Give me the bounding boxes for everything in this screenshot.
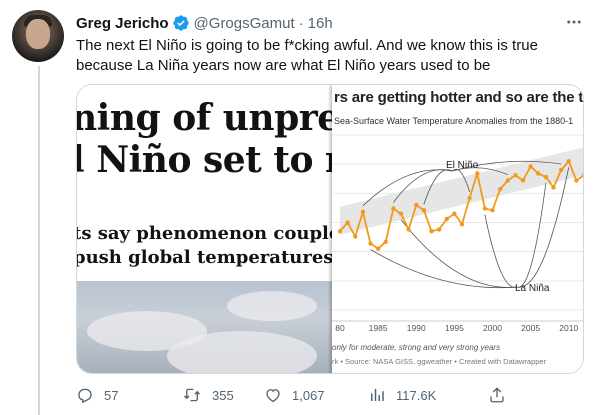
avatar[interactable] (12, 10, 64, 62)
chart-data-point (528, 164, 533, 169)
tweet-media[interactable]: ning of unprec l Niño set to re ts say p… (76, 84, 584, 374)
like-count: 1,067 (292, 387, 325, 403)
tweet-header: Greg Jericho @GrogsGamut · 16h (76, 12, 333, 34)
views-button[interactable]: 117.6K (368, 384, 436, 406)
retweet-count: 355 (212, 387, 234, 403)
chart-data-point (375, 246, 381, 251)
chart-data-point (345, 220, 350, 225)
chart-data-point (574, 178, 579, 183)
news-headline-line-1: ning of unprec (77, 97, 332, 139)
action-bar: 57 355 1,067 117.6K (76, 384, 584, 406)
cloud-shape (167, 331, 317, 373)
chart-data-point (551, 185, 556, 190)
author-handle[interactable]: @GrogsGamut (194, 15, 295, 32)
thread-line (38, 66, 40, 415)
chart-data-point (505, 178, 510, 183)
chart-x-tick-label: 1995 (445, 323, 464, 333)
chart-x-tick-label: 2005 (521, 323, 540, 333)
chart-svg: El Niño La Niña 80 1985 1990 1995 2000 2005 2010 (332, 134, 583, 333)
chart-data-point (497, 187, 503, 192)
el-nino-label: El Niño (446, 160, 479, 171)
chart-data-point (444, 216, 449, 222)
chart-data-point (475, 171, 480, 176)
more-dots-icon[interactable] (564, 12, 584, 32)
chart-data-point (536, 171, 541, 176)
chart-data-point (353, 234, 358, 239)
header-separator: · (298, 14, 304, 32)
chart-data-point (406, 227, 411, 232)
chart-x-tick-label: 1985 (369, 323, 388, 333)
chart-x-tick-label: 80 (335, 323, 345, 333)
chart-data-point (398, 211, 404, 216)
news-subhead-line-2: push global temperatures (77, 247, 332, 268)
newspaper-image[interactable]: ning of unprec l Niño set to re ts say p… (77, 85, 332, 373)
news-subhead-line-1: ts say phenomenon couple (77, 223, 332, 244)
chart-image[interactable]: rs are getting hotter and so are the tro… (332, 85, 583, 373)
chart-data-point (482, 206, 488, 211)
chart-data-point (360, 209, 366, 215)
chart-data-point (383, 239, 388, 244)
chart-data-point (558, 167, 564, 173)
tweet-time[interactable]: 16h (308, 15, 333, 32)
la-nina-arrow (400, 219, 518, 288)
verified-badge-icon (172, 14, 190, 32)
chart-data-point (391, 206, 396, 211)
chart-data-point (436, 227, 442, 232)
views-count: 117.6K (396, 387, 437, 403)
cloud-shape (227, 291, 317, 321)
news-headline-line-2: l Niño set to re (77, 139, 332, 181)
la-nina-arrow (516, 182, 547, 288)
chart-data-point (429, 229, 434, 234)
chart-data-point (459, 222, 465, 227)
share-icon (490, 387, 504, 403)
chart-data-point (467, 195, 472, 201)
chart-data-point (337, 229, 343, 234)
chart-note: only for moderate, strong and very stron… (332, 343, 501, 352)
tweet-text: The next El Niño is going to be f*cking … (76, 37, 538, 74)
la-nina-arrow (484, 214, 518, 288)
reply-icon (78, 388, 92, 404)
heart-icon (266, 389, 280, 403)
chart-data-point (368, 241, 373, 246)
like-button[interactable]: 1,067 (264, 384, 325, 406)
chart-x-tick-label: 2010 (559, 323, 578, 333)
chart-data-point (543, 174, 549, 180)
chart-x-tick-label: 2000 (483, 323, 502, 333)
news-photo-sky (77, 281, 332, 373)
retweet-button[interactable]: 355 (182, 384, 234, 406)
chart-data-point (421, 208, 427, 213)
views-icon (371, 389, 384, 401)
chart-data-point (414, 202, 419, 208)
retweet-icon (183, 388, 201, 402)
chart-data-point (520, 178, 526, 183)
chart-data-point (513, 173, 518, 178)
author-name[interactable]: Greg Jericho (76, 15, 169, 32)
chart-data-point (452, 211, 457, 216)
chart-source: rk • Source: NASA GISS, ggweather • Crea… (332, 357, 547, 366)
reply-button[interactable]: 57 (76, 384, 118, 406)
chart-data-point (566, 159, 571, 164)
share-button[interactable] (488, 384, 506, 406)
la-nina-label: La Niña (515, 283, 550, 294)
reply-count: 57 (104, 387, 119, 403)
chart-data-point (490, 208, 495, 213)
chart-x-tick-label: 1990 (407, 323, 426, 333)
avatar-face (26, 19, 50, 49)
